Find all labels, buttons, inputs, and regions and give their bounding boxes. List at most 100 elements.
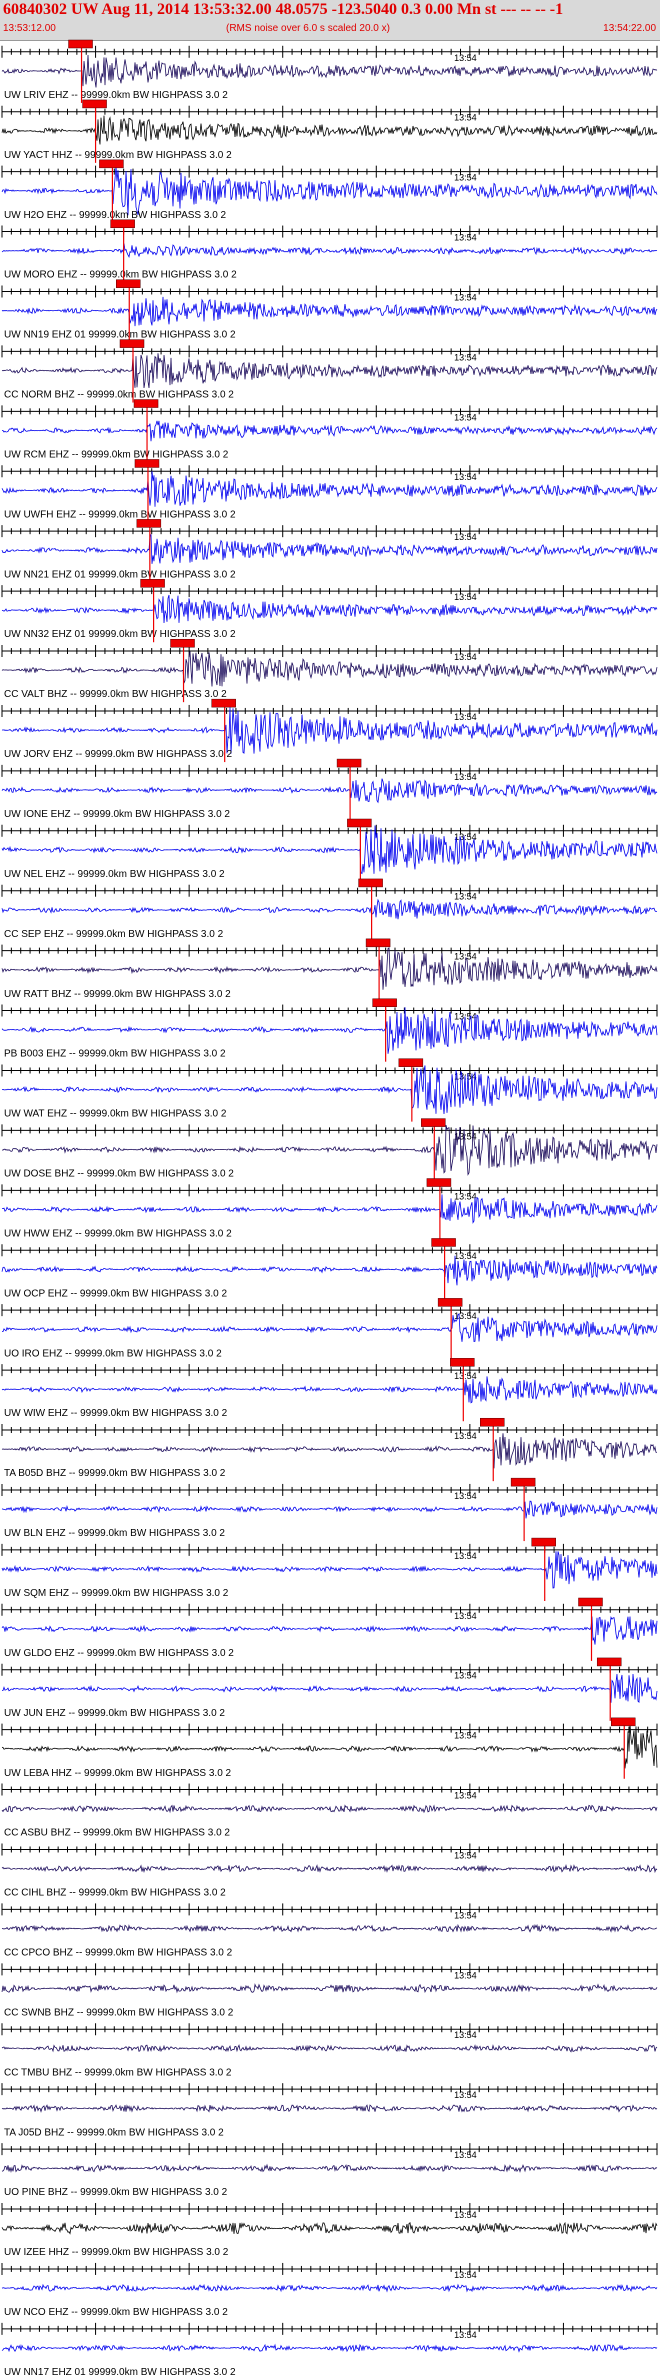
seismogram-trace: [1, 2044, 658, 2053]
trace-label: UW LRIV EHZ -- 99999.0km BW HIGHPASS 3.0…: [4, 90, 228, 101]
pick-marker: [398, 1058, 424, 1067]
pick-marker: [119, 339, 145, 348]
pick-marker: [136, 519, 162, 528]
seismogram-trace: [1, 1615, 658, 1645]
minute-label: 13:54: [454, 2270, 477, 2280]
minute-label: 13:54: [454, 412, 477, 422]
seismogram-trace: [1, 947, 658, 990]
minute-label: 13:54: [454, 113, 477, 123]
trace-label: CC SEP EHZ -- 99999.0km BW HIGHPASS 3.0 …: [4, 929, 224, 940]
pick-marker: [596, 1657, 622, 1667]
seismogram-trace: [1, 420, 658, 442]
minute-label: 13:54: [454, 1251, 477, 1261]
trace-label: UW NN19 EHZ 01 99999.0km BW HIGHPASS 3.0…: [4, 330, 236, 341]
pick-marker: [431, 1238, 456, 1247]
trace-label: CC CPCO BHZ -- 99999.0km BW HIGHPASS 3.0…: [4, 1948, 233, 1959]
minute-label: 13:54: [454, 2090, 477, 2100]
trace-label: UW RCM EHZ -- 99999.0km BW HIGHPASS 3.0 …: [4, 449, 229, 460]
seismogram-trace: [1, 54, 658, 88]
minute-label: 13:54: [454, 2210, 477, 2220]
pick-marker: [110, 219, 135, 229]
minute-label: 13:54: [454, 952, 477, 962]
trace-label: UW NN17 EHZ 01 99999.0km BW HIGHPASS 3.0…: [4, 2367, 236, 2378]
minute-label: 13:54: [454, 1551, 477, 1561]
pick-marker: [211, 698, 236, 708]
pick-marker: [372, 998, 397, 1008]
seismogram-trace: [1, 1007, 658, 1054]
minute-label: 13:54: [454, 1731, 477, 1741]
minute-label: 13:54: [454, 712, 477, 722]
minute-label: 13:54: [454, 1431, 477, 1441]
seismogram-trace: [1, 534, 658, 564]
pick-marker: [421, 1118, 446, 1127]
trace-label: UW WAT EHZ -- 99999.0km BW HIGHPASS 3.0 …: [4, 1109, 227, 1120]
minute-label: 13:54: [454, 2330, 477, 2340]
trace-label: UW IONE EHZ -- 99999.0km BW HIGHPASS 3.0…: [4, 809, 230, 820]
trace-label: UW GLDO EHZ -- 99999.0km BW HIGHPASS 3.0…: [4, 1648, 234, 1659]
minute-label: 13:54: [454, 292, 477, 302]
minute-label: 13:54: [454, 772, 477, 782]
seismogram-trace: [1, 778, 658, 804]
trace-label: CC TMBU BHZ -- 99999.0km BW HIGHPASS 3.0…: [4, 2067, 232, 2078]
trace-label: UO PINE BHZ -- 99999.0km BW HIGHPASS 3.0…: [4, 2187, 228, 2198]
pick-marker: [450, 1358, 475, 1367]
pick-marker: [170, 638, 195, 648]
trace-label: UW MORO EHZ -- 99999.0km BW HIGHPASS 3.0…: [4, 270, 237, 281]
pick-marker: [134, 459, 160, 468]
trace-label: UW DOSE BHZ -- 99999.0km BW HIGHPASS 3.0…: [4, 1169, 234, 1180]
seismogram-trace: [1, 1376, 658, 1404]
seismogram-trace: [1, 1551, 658, 1589]
pick-marker: [116, 279, 141, 288]
pick-marker: [347, 818, 372, 828]
minute-label: 13:54: [454, 53, 477, 63]
trace-label: CC VALT BHZ -- 99999.0km BW HIGHPASS 3.0…: [4, 689, 227, 700]
seismogram-plot: 13:54 UW LRIV EHZ -- 99999.0km BW HIGHPAS…: [1, 39, 658, 2378]
seismogram-trace: [1, 471, 658, 507]
seismogram-trace: [1, 296, 658, 327]
seismogram-trace: [1, 2163, 658, 2173]
pick-marker: [68, 39, 93, 49]
pick-marker: [140, 579, 165, 588]
seismogram-trace: [1, 1313, 658, 1342]
trace-label: TA B05D BHZ -- 99999.0km BW HIGHPASS 3.0…: [4, 1468, 226, 1479]
trace-label: UW RATT BHZ -- 99999.0km BW HIGHPASS 3.0…: [4, 989, 231, 1000]
seismogram-trace: [2, 1673, 658, 1703]
minute-label: 13:54: [454, 472, 477, 482]
trace-label: TA J05D BHZ -- 99999.0km BW HIGHPASS 3.0…: [4, 2127, 224, 2138]
trace-label: UW YACT HHZ -- 99999.0km BW HIGHPASS 3.0…: [4, 150, 232, 161]
minute-label: 13:54: [454, 592, 477, 602]
seismogram-trace: [1, 651, 658, 687]
trace-label: UW HWW EHZ -- 99999.0km BW HIGHPASS 3.0 …: [4, 1228, 232, 1239]
minute-label: 13:54: [454, 1671, 477, 1681]
pick-marker: [336, 758, 362, 768]
minute-label: 13:54: [454, 892, 477, 902]
trace-label: UW H2O EHZ -- 99999.0km BW HIGHPASS 3.0 …: [4, 210, 227, 221]
seismogram-trace: [1, 707, 658, 754]
minute-label: 13:54: [454, 1191, 477, 1201]
trace-label: UW NN21 EHZ 01 99999.0km BW HIGHPASS 3.0…: [4, 569, 236, 580]
seismogram-trace: [1, 1863, 658, 1874]
seismogram-trace: [1, 243, 658, 258]
pick-marker: [426, 1178, 452, 1187]
seismogram-trace: [1, 2221, 658, 2235]
seismogram-trace: [1, 1804, 658, 1814]
trace-label: UW LEBA HHZ -- 99999.0km BW HIGHPASS 3.0…: [4, 1768, 232, 1779]
trace-label: UW UWFH EHZ -- 99999.0km BW HIGHPASS 3.0…: [4, 509, 236, 520]
trace-label: PB B003 EHZ -- 99999.0km BW HIGHPASS 3.0…: [4, 1049, 226, 1060]
pick-marker: [365, 938, 391, 948]
trace-label: UW BLN EHZ -- 99999.0km BW HIGHPASS 3.0 …: [4, 1528, 225, 1539]
seismogram-trace: [1, 898, 658, 920]
trace-label: UW JUN EHZ -- 99999.0km BW HIGHPASS 3.0 …: [4, 1708, 225, 1719]
seismogram-trace: [1, 594, 658, 624]
minute-label: 13:54: [454, 2030, 477, 2040]
trace-label: UW SQM EHZ -- 99999.0km BW HIGHPASS 3.0 …: [4, 1588, 229, 1599]
seismogram-trace: [1, 1194, 658, 1224]
minute-label: 13:54: [454, 1791, 477, 1801]
seismogram-trace: [1, 1433, 658, 1469]
minute-label: 13:54: [454, 832, 477, 842]
minute-label: 13:54: [454, 1611, 477, 1621]
seismogram-trace: [1, 2104, 658, 2113]
trace-label: CC NORM BHZ -- 99999.0km BW HIGHPASS 3.0…: [4, 390, 234, 401]
trace-label: UW NCO EHZ -- 99999.0km BW HIGHPASS 3.0 …: [4, 2307, 228, 2318]
seismogram-trace: [1, 1500, 658, 1519]
